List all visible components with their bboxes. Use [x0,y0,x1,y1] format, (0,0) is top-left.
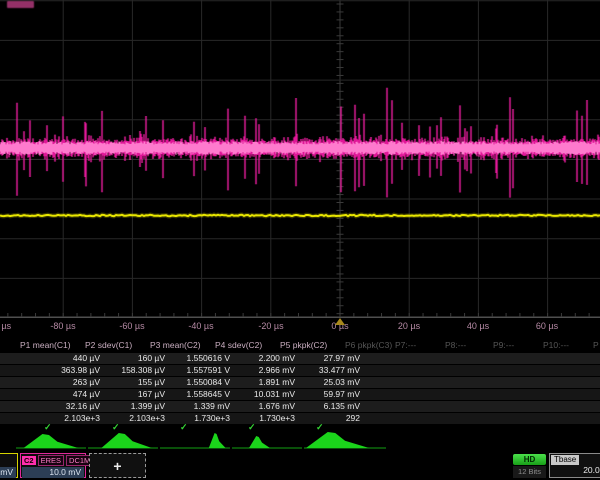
param-header-p2[interactable]: P2 sdev(C1) [85,340,132,350]
tbase-label: Tbase [551,455,579,465]
time-axis-label: 60 µs [536,321,558,331]
c2-vertical-scale: 10.0 mV [22,467,84,478]
histicon-p4[interactable] [232,436,302,448]
param-header-inactive[interactable]: P7:--- [395,340,416,350]
measure-value: 27.97 mV [280,353,360,364]
histicon-row [0,430,600,452]
channel-c1-descriptor[interactable]: C1 DC1M 10.0 mV [0,453,18,478]
param-header-p3[interactable]: P3 mean(C2) [150,340,201,350]
trace-annotation-chip [7,1,34,8]
time-axis-label: -80 µs [50,321,75,331]
time-axis-label: -100 µs [0,321,11,331]
measure-value: 59.97 mV [280,389,360,400]
trigger-position-marker[interactable] [335,318,345,325]
channel-c2-descriptor[interactable]: C2 ERES DC1M 10.0 mV [20,453,86,478]
bit-depth-label: 12 Bits [513,466,546,478]
param-header-inactive[interactable]: P6 pkpk(C3) [345,340,392,350]
graticule-svg [0,0,600,318]
param-header-inactive[interactable]: P9:--- [493,340,514,350]
c2-label-badge: C2 [22,456,36,465]
measure-table: P1 mean(C1) P2 sdev(C1) P3 mean(C2) P4 sdev… [0,337,600,435]
c2-eres-badge: ERES [38,455,64,466]
measure-value: 6.135 mV [280,401,360,412]
time-axis-label: 40 µs [467,321,489,331]
add-trace-button[interactable]: + [89,453,146,478]
histicon-p5[interactable] [304,432,386,448]
histicon-p3[interactable] [160,433,230,448]
param-header-p5[interactable]: P5 pkpk(C2) [280,340,327,350]
time-axis-label: -20 µs [258,321,283,331]
histicon-p1[interactable] [16,434,86,448]
histicon-p2[interactable] [88,433,158,448]
c2-trace[interactable] [0,88,600,198]
param-header-inactive[interactable]: P [593,340,599,350]
measure-value: 33.477 mV [280,365,360,376]
c1-vertical-scale: 10.0 mV [0,467,16,478]
hd-mode-badge[interactable]: HD [513,454,546,465]
time-axis-label: -40 µs [188,321,213,331]
param-header-p1[interactable]: P1 mean(C1) [20,340,71,350]
tbase-value: 20.0 µ [583,465,600,475]
time-axis-label: 20 µs [398,321,420,331]
measure-value: 25.03 mV [280,377,360,388]
plus-icon: + [113,458,121,474]
timebase-descriptor[interactable]: Tbase 20.0 µ [549,453,600,478]
param-header-inactive[interactable]: P10:--- [543,340,569,350]
c1-trace[interactable] [0,215,600,216]
param-header-inactive[interactable]: P8:--- [445,340,466,350]
time-axis-label: -60 µs [119,321,144,331]
time-axis: -100 µs-80 µs-60 µs-40 µs-20 µs0 µs20 µs… [0,318,600,336]
oscilloscope-screen: -100 µs-80 µs-60 µs-40 µs-20 µs0 µs20 µs… [0,0,600,480]
param-header-p4[interactable]: P4 sdev(C2) [215,340,262,350]
